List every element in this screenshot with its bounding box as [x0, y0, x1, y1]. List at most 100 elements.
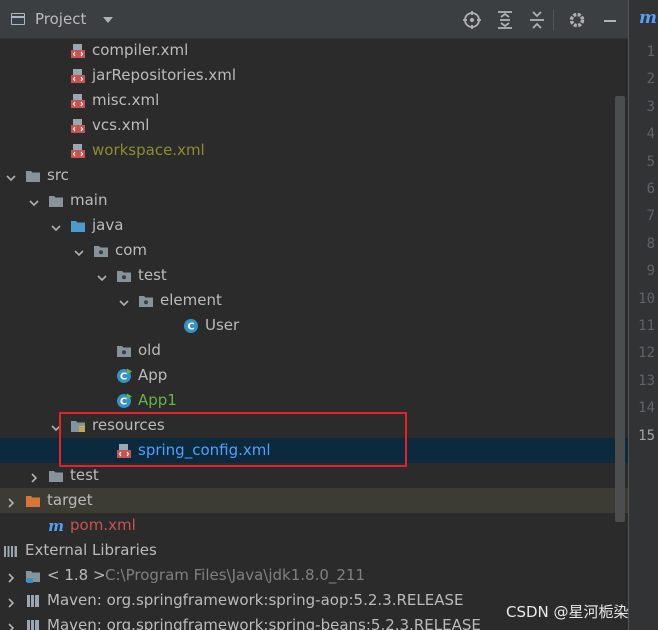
chevron-down-icon[interactable]: [73, 244, 85, 257]
tree-row[interactable]: C User: [0, 313, 628, 338]
tree-item-label: java: [92, 216, 124, 234]
line-number: 5: [646, 153, 655, 170]
line-number: 1: [646, 44, 655, 60]
tree-item-label: vcs.xml: [92, 116, 150, 134]
xml-file-icon: [70, 143, 86, 159]
chevron-down-icon[interactable]: [96, 269, 108, 282]
line-number: 13: [638, 372, 655, 389]
tree-item-label: old: [138, 341, 161, 359]
tree-item-label: test: [70, 466, 99, 484]
chevron-right-icon[interactable]: [5, 619, 17, 630]
locate-file-icon[interactable]: [462, 10, 482, 30]
line-number: 11: [638, 318, 655, 334]
library-icon: [25, 618, 41, 630]
line-number: 4: [646, 126, 655, 143]
tree-row[interactable]: test: [0, 263, 628, 288]
line-number: 2: [646, 71, 655, 88]
tree-item-label: < 1.8 >: [47, 566, 106, 584]
editor-gutter: m 1 2 3 4 5 6 7 8 9 10 11 12 13 14 15: [628, 0, 658, 630]
chevron-down-icon[interactable]: [5, 169, 17, 182]
tree-row[interactable]: workspace.xml: [0, 138, 628, 163]
line-number: 9: [646, 263, 655, 280]
tree-row[interactable]: C App: [0, 363, 628, 388]
tree-item-label: pom.xml: [70, 516, 136, 534]
tree-item-label: Maven: org.springframework:spring-aop:5.…: [47, 591, 464, 609]
scrollbar-thumb[interactable]: [615, 96, 625, 522]
tree-row[interactable]: < 1.8 > C:\Program Files\Java\jdk1.8.0_21…: [0, 563, 628, 588]
package-icon: [138, 293, 154, 309]
tree-item-label: target: [47, 491, 93, 509]
xml-file-icon: [70, 68, 86, 84]
annotation-highlight-box: [59, 412, 407, 467]
tree-row[interactable]: compiler.xml: [0, 38, 628, 63]
line-number: 12: [638, 345, 655, 362]
line-number: 10: [638, 290, 655, 307]
tree-row[interactable]: main: [0, 188, 628, 213]
expand-all-icon[interactable]: [495, 10, 515, 30]
folder-icon: [48, 468, 64, 484]
tree-item-label: jarRepositories.xml: [92, 66, 237, 84]
chevron-down-icon[interactable]: [103, 17, 113, 23]
project-view-icon: [11, 13, 25, 25]
tree-row[interactable]: External Libraries: [0, 538, 628, 563]
project-toolbar: Project: [0, 0, 628, 39]
libraries-icon: [3, 543, 19, 559]
tree-item-label: main: [70, 191, 108, 209]
folder-icon: [48, 193, 64, 209]
line-number: 14: [638, 400, 655, 417]
chevron-right-icon[interactable]: [5, 569, 17, 583]
jdk-icon: [25, 568, 41, 584]
tree-row[interactable]: target: [0, 488, 628, 513]
svg-text:C: C: [187, 322, 194, 333]
minimize-icon[interactable]: [600, 10, 620, 30]
tree-row[interactable]: misc.xml: [0, 88, 628, 113]
xml-file-icon: [70, 43, 86, 59]
maven-icon: m: [48, 517, 64, 535]
tree-row[interactable]: element: [0, 288, 628, 313]
tree-item-label: App: [138, 366, 168, 384]
excluded-folder-icon: [25, 493, 41, 509]
tree-row[interactable]: jarRepositories.xml: [0, 63, 628, 88]
maven-tab-icon[interactable]: m: [639, 8, 657, 28]
project-view-title[interactable]: Project: [35, 10, 86, 28]
chevron-right-icon[interactable]: [5, 594, 17, 608]
line-number: 15: [638, 427, 655, 444]
tree-row[interactable]: C App1: [0, 388, 628, 413]
package-icon: [93, 243, 109, 259]
tree-item-label: misc.xml: [92, 91, 160, 109]
tree-row[interactable]: com: [0, 238, 628, 263]
tree-item-label: App1: [138, 391, 177, 409]
chevron-down-icon[interactable]: [118, 294, 130, 307]
tree-item-label: com: [115, 241, 148, 259]
tree-item-label: compiler.xml: [92, 41, 189, 59]
svg-text:C: C: [120, 397, 127, 408]
chevron-down-icon[interactable]: [50, 219, 62, 232]
class-icon: C: [183, 318, 199, 334]
tree-item-label: src: [47, 166, 69, 184]
runnable-class-icon: C: [116, 368, 132, 384]
chevron-down-icon[interactable]: [28, 194, 40, 207]
chevron-right-icon[interactable]: [5, 494, 17, 508]
tree-row[interactable]: src: [0, 163, 628, 188]
collapse-all-icon[interactable]: [527, 10, 547, 30]
tree-item-label: User: [205, 316, 240, 334]
package-icon: [116, 268, 132, 284]
library-icon: [25, 593, 41, 609]
line-number: 3: [646, 98, 655, 115]
project-tree: compiler.xml jarRepositories.xml misc.xml v…: [0, 38, 628, 630]
watermark: CSDN @星河栀染: [506, 603, 629, 621]
chevron-right-icon[interactable]: [28, 469, 40, 483]
tree-row[interactable]: vcs.xml: [0, 113, 628, 138]
tree-item-label: External Libraries: [25, 541, 157, 559]
runnable-class-icon: C: [116, 393, 132, 409]
svg-text:m: m: [48, 518, 64, 534]
tree-item-label: workspace.xml: [92, 141, 205, 159]
folder-icon: [25, 168, 41, 184]
gear-icon[interactable]: [567, 10, 587, 30]
tree-row[interactable]: java: [0, 213, 628, 238]
line-number: 8: [646, 235, 655, 252]
tree-row[interactable]: old: [0, 338, 628, 363]
tree-row[interactable]: m pom.xml: [0, 513, 628, 538]
tree-item-label: Maven: org.springframework:spring-beans:…: [47, 616, 481, 630]
tree-item-path: C:\Program Files\Java\jdk1.8.0_211: [105, 566, 366, 584]
